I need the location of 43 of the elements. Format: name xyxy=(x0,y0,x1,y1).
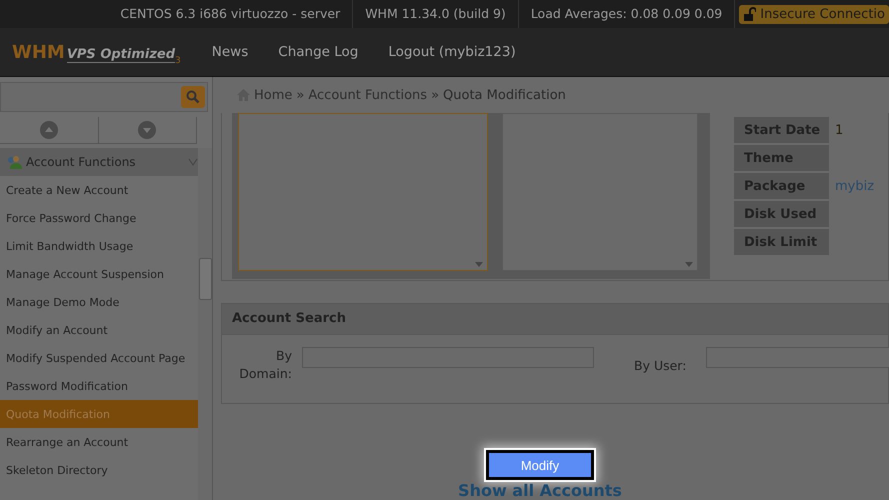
scrollbar[interactable] xyxy=(198,148,212,500)
breadcrumb-separator: » xyxy=(431,88,440,103)
caret-icon xyxy=(188,158,198,166)
sidebar-item[interactable]: Manage Account Suspension xyxy=(0,260,198,288)
sidebar-item[interactable]: Password Modification xyxy=(0,372,198,400)
sidebar-item[interactable]: Manage Demo Mode xyxy=(0,288,198,316)
down-arrow-icon xyxy=(685,262,693,268)
breadcrumb-link[interactable]: Account Functions xyxy=(308,88,428,103)
info-value: 1 xyxy=(834,122,844,140)
padlock-icon xyxy=(743,6,756,22)
group-title: Account Functions xyxy=(26,155,137,169)
section-title: Account Search xyxy=(222,304,888,335)
sidebar-item[interactable]: Skeleton Directory xyxy=(0,456,198,484)
logo-tagline: VPS Optimized xyxy=(66,46,176,62)
list-box[interactable] xyxy=(238,113,488,272)
logo-version: 3 xyxy=(175,56,181,66)
field-label: By Domain: xyxy=(238,346,293,383)
scrollbar-thumb[interactable] xyxy=(199,258,212,300)
nav-link[interactable]: News xyxy=(196,44,264,60)
users-icon xyxy=(6,154,22,170)
breadcrumb-separator: » xyxy=(296,88,304,103)
search-button[interactable] xyxy=(181,86,205,108)
link[interactable]: Show all Accounts xyxy=(458,481,622,500)
nav-link[interactable]: Change Log xyxy=(263,44,374,60)
list-box[interactable] xyxy=(502,113,698,272)
info-value[interactable]: mybiz xyxy=(829,173,874,200)
field-label: By User: xyxy=(633,356,688,375)
sidebar-item[interactable]: Create a New Account xyxy=(0,176,198,204)
search-icon xyxy=(186,90,200,104)
sidebar-group-header[interactable]: Account Functions xyxy=(0,148,198,176)
search-field[interactable] xyxy=(0,82,208,112)
sidebar-item[interactable]: Modify Suspended Account Page xyxy=(0,344,198,372)
breadcrumb-link[interactable]: Home xyxy=(254,88,292,103)
sidebar-item[interactable]: Limit Bandwidth Usage xyxy=(0,232,198,260)
down-arrow-icon xyxy=(475,262,483,268)
sidebar-item[interactable]: Quota Modification xyxy=(0,400,198,428)
security-badge[interactable]: Insecure Connectio xyxy=(739,4,889,24)
sidebar-item[interactable]: Modify an Account xyxy=(0,316,198,344)
modify-button[interactable]: Modify xyxy=(486,450,594,480)
sidebar-item[interactable]: Rearrange an Account xyxy=(0,428,198,456)
sidebar-item[interactable]: Force Password Change xyxy=(0,204,198,232)
nav-link[interactable]: Logout (mybiz123) xyxy=(373,44,531,60)
logo: WHM xyxy=(12,42,65,62)
